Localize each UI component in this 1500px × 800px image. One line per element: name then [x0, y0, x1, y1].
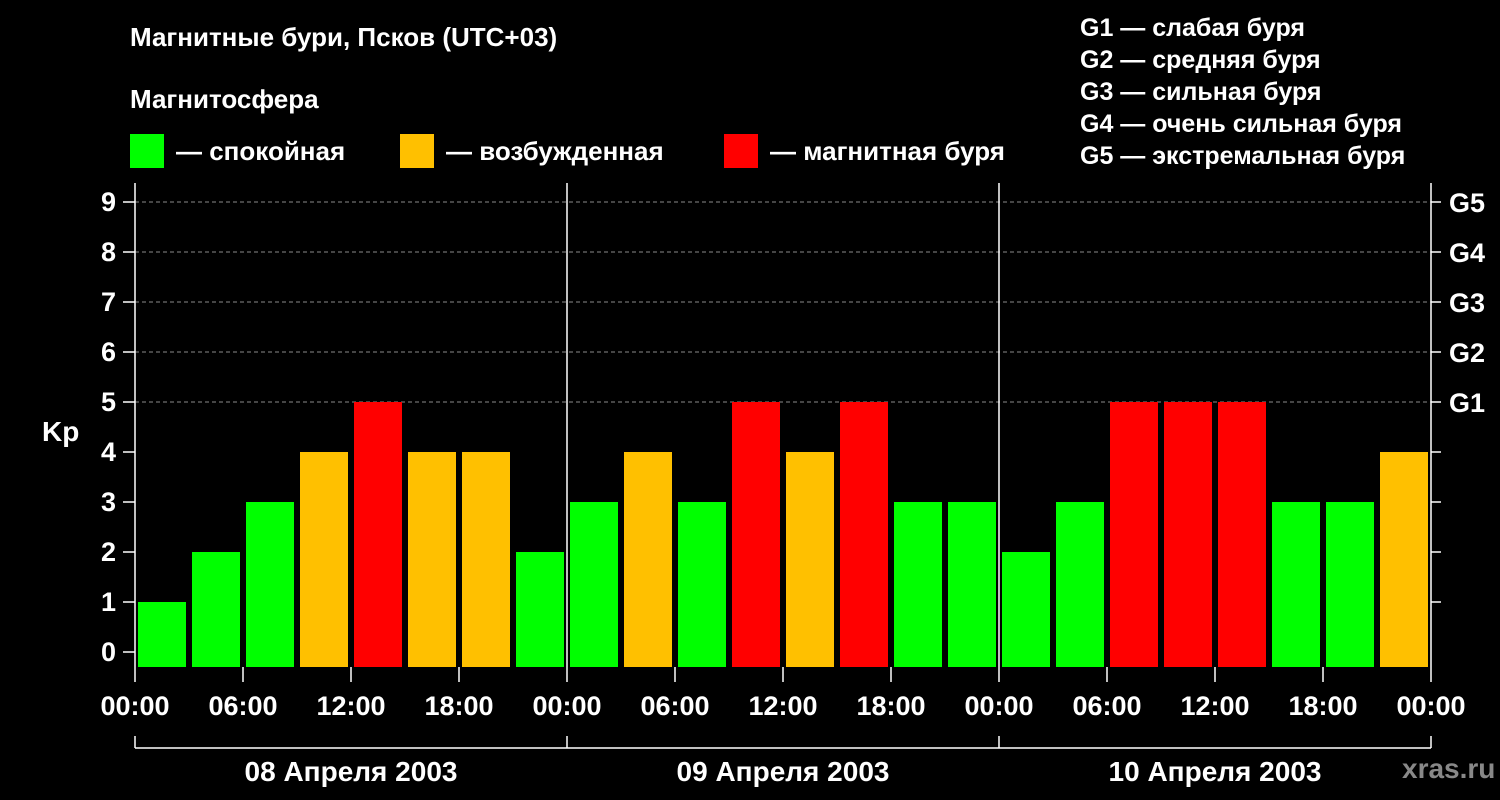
day-label: 10 Апреля 2003 [1109, 756, 1322, 787]
g-level-label: G1 [1449, 388, 1485, 418]
g-level-label: G5 [1449, 188, 1485, 218]
kp-bar [1380, 452, 1428, 667]
x-tick-label: 12:00 [748, 691, 817, 721]
kp-bar [462, 452, 510, 667]
x-tick-label: 06:00 [208, 691, 277, 721]
kp-bar [1326, 502, 1374, 667]
x-tick-label: 12:00 [316, 691, 385, 721]
day-label: 09 Апреля 2003 [677, 756, 890, 787]
kp-bar [948, 502, 996, 667]
kp-bar [786, 452, 834, 667]
y-tick-label: 9 [101, 187, 116, 217]
kp-bar [1056, 502, 1104, 667]
kp-bar [246, 502, 294, 667]
kp-bar [354, 402, 402, 667]
x-tick-label: 00:00 [1396, 691, 1465, 721]
y-tick-label: 5 [101, 387, 116, 417]
g-level-label: G2 [1449, 338, 1485, 368]
y-tick-label: 8 [101, 237, 116, 267]
kp-bar [732, 402, 780, 667]
y-tick-label: 1 [101, 587, 116, 617]
kp-bar [1164, 402, 1212, 667]
y-tick-label: 0 [101, 637, 116, 667]
y-axis-label: Kp [42, 416, 79, 447]
kp-bar [1218, 402, 1266, 667]
x-tick-label: 06:00 [1072, 691, 1141, 721]
kp-bar [300, 452, 348, 667]
kp-bar [678, 502, 726, 667]
x-tick-label: 06:00 [640, 691, 709, 721]
kp-bar [570, 502, 618, 667]
kp-bar [894, 502, 942, 667]
x-tick-label: 18:00 [1288, 691, 1357, 721]
y-tick-label: 3 [101, 487, 116, 517]
watermark: xras.ru [1402, 753, 1496, 784]
x-tick-label: 00:00 [532, 691, 601, 721]
day-label: 08 Апреля 2003 [245, 756, 458, 787]
g-level-label: G3 [1449, 288, 1485, 318]
x-tick-label: 12:00 [1180, 691, 1249, 721]
y-tick-label: 2 [101, 537, 116, 567]
x-tick-label: 00:00 [964, 691, 1033, 721]
kp-bar [408, 452, 456, 667]
kp-bar [192, 552, 240, 667]
x-tick-label: 00:00 [100, 691, 169, 721]
y-tick-label: 4 [101, 437, 116, 467]
y-tick-label: 7 [101, 287, 116, 317]
kp-bar [840, 402, 888, 667]
kp-bar [624, 452, 672, 667]
kp-bar [138, 602, 186, 667]
y-tick-label: 6 [101, 337, 116, 367]
g-level-label: G4 [1449, 238, 1485, 268]
kp-bar [516, 552, 564, 667]
kp-chart: Kp 0 1 2 3 4 5 6 7 8 9 G1 G2 G3 G4 G5 00:00 06:00 12:00 18… [42, 183, 1485, 787]
x-tick-label: 18:00 [856, 691, 925, 721]
x-tick-label: 18:00 [424, 691, 493, 721]
kp-bar [1002, 552, 1050, 667]
kp-bar [1110, 402, 1158, 667]
kp-bar [1272, 502, 1320, 667]
